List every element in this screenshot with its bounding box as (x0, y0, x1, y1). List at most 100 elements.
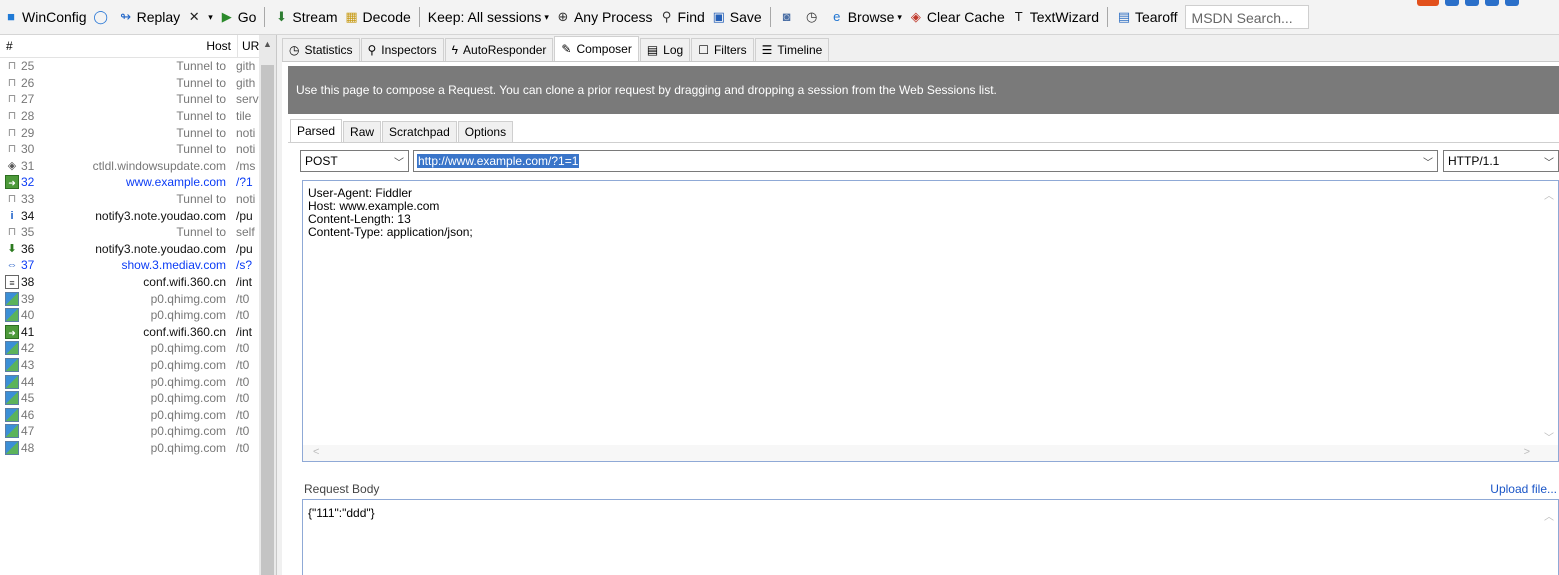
session-row[interactable]: ≡ 38 conf.wifi.360.cn/int (0, 274, 276, 291)
session-number-cell: 48 (0, 440, 62, 456)
log-icon: ▤ (646, 43, 659, 57)
toolbar-any-process-button[interactable]: ⊕ Any Process (552, 5, 656, 29)
session-number: 37 (21, 258, 35, 273)
session-row[interactable]: 48 p0.qhimg.com/t0 (0, 440, 276, 457)
tab-composer[interactable]: ✎ Composer (554, 36, 639, 61)
scroll-up-icon[interactable]: ︿ (1544, 508, 1554, 523)
url-input[interactable]: http://www.example.com/?1=1 ﹀ (413, 150, 1438, 172)
image-icon (5, 357, 19, 372)
session-row[interactable]: 44 p0.qhimg.com/t0 (0, 373, 276, 390)
session-row[interactable]: ⊓ 25 Tunnel to gith (0, 58, 276, 75)
session-host-cell: Tunnel to (176, 192, 226, 207)
session-url-cell: serv (236, 92, 259, 107)
toolbar-clear-cache-button[interactable]: ◈ Clear Cache (905, 5, 1008, 29)
toolbar-save-button[interactable]: ▣ Save (708, 5, 765, 29)
caret-down-icon[interactable]: ▾ (897, 12, 902, 23)
scroll-up-icon[interactable]: ︿ (1544, 187, 1554, 202)
chevron-down-icon[interactable]: ﹀ (394, 154, 404, 174)
session-row[interactable]: ⊓ 28 Tunnel to tile (0, 108, 276, 125)
toolbar-keep-all-sessions-button[interactable]: Keep: All sessions ▾ (425, 5, 552, 29)
scrollbar-thumb[interactable] (261, 65, 274, 575)
subtab-raw[interactable]: Raw (343, 121, 382, 142)
web-sessions-list[interactable]: # Host UR ⊓ 25 Tunnel to gith ⊓ 26 Tunnel to gi… (0, 35, 277, 575)
scroll-left-icon[interactable]: < (313, 446, 319, 458)
column-header-number[interactable]: # (0, 35, 66, 57)
session-row[interactable]: 45 p0.qhimg.com/t0 (0, 390, 276, 407)
toolbar-browse-button[interactable]: e Browse ▾ (826, 5, 905, 29)
tab-log[interactable]: ▤ Log (639, 38, 691, 61)
session-row[interactable]: ⊓ 29 Tunnel to noti (0, 124, 276, 141)
session-row[interactable]: 46 p0.qhimg.com/t0 (0, 406, 276, 423)
tab-label: Timeline (777, 43, 823, 57)
session-number: 43 (21, 357, 35, 372)
subtab-scratchpad[interactable]: Scratchpad (382, 121, 457, 142)
session-host-cell: p0.qhimg.com (150, 291, 226, 306)
scroll-up-icon[interactable]: ▲ (259, 39, 276, 49)
caret-down-icon[interactable]: ▾ (208, 12, 213, 23)
toolbar-textwizard-button[interactable]: T TextWizard (1008, 5, 1102, 29)
toolbar-timer-button[interactable]: ◷ (801, 5, 826, 29)
upload-file-link[interactable]: Upload file... (1490, 482, 1557, 496)
composer-subtabs: Parsed Raw Scratchpad Options (290, 119, 514, 142)
session-row[interactable]: i 34 notify3.note.youdao.com/pu (0, 207, 276, 224)
session-row[interactable]: ⊓ 27 Tunnel to serv (0, 91, 276, 108)
tray-icon[interactable] (1465, 0, 1479, 6)
toolbar-remove-button[interactable]: ✕ ▾ (183, 5, 216, 29)
tray-icon[interactable] (1485, 0, 1499, 6)
chevron-down-icon[interactable]: ﹀ (1423, 154, 1433, 169)
scroll-down-icon[interactable]: ﹀ (1544, 429, 1554, 444)
session-row[interactable]: 47 p0.qhimg.com/t0 (0, 423, 276, 440)
toolbar-go-button[interactable]: ▶ Go (216, 5, 260, 29)
sessions-scrollbar[interactable]: ▲ (259, 35, 276, 575)
caret-down-icon[interactable]: ▾ (544, 12, 549, 23)
session-row[interactable]: ⊓ 33 Tunnel to noti (0, 191, 276, 208)
toolbar-stream-button[interactable]: ⬇ Stream (270, 5, 340, 29)
session-url-cell: /t0 (236, 424, 250, 439)
session-row[interactable]: ⬇ 36 notify3.note.youdao.com/pu (0, 241, 276, 258)
session-row[interactable]: ➜ 32 www.example.com /?1 (0, 174, 276, 191)
session-row[interactable]: 39 p0.qhimg.com/t0 (0, 290, 276, 307)
post-icon: ➜ (5, 175, 19, 190)
session-row[interactable]: ⊓ 30 Tunnel to noti (0, 141, 276, 158)
request-headers-textarea[interactable]: User-Agent: Fiddler Host: www.example.com… (302, 180, 1559, 462)
http-version-select[interactable]: HTTP/1.1 ﹀ (1443, 150, 1559, 172)
method-select[interactable]: POST ﹀ (300, 150, 409, 172)
session-row[interactable]: ⊓ 26 Tunnel to gith (0, 75, 276, 92)
tab-timeline[interactable]: ☰ Timeline (754, 38, 830, 61)
session-row[interactable]: 42 p0.qhimg.com/t0 (0, 340, 276, 357)
session-number: 28 (21, 109, 35, 124)
tab-statistics[interactable]: ◷ Statistics (282, 38, 360, 61)
tab-inspectors[interactable]: ⚲ Inspectors (360, 38, 444, 61)
toolbar-camera-button[interactable]: ◙ (776, 5, 801, 29)
session-number: 47 (21, 424, 35, 439)
tray-icon[interactable] (1505, 0, 1519, 6)
subtab-parsed[interactable]: Parsed (290, 119, 343, 142)
subtab-options[interactable]: Options (457, 121, 514, 142)
clear-cache-icon: ◈ (910, 9, 921, 24)
toolbar-decode-button[interactable]: ▦ Decode (341, 5, 414, 29)
toolbar-winconfig-button[interactable]: ■ WinConfig (0, 5, 90, 29)
session-row[interactable]: ⊓ 35 Tunnel to self (0, 224, 276, 241)
chevron-down-icon[interactable]: ﹀ (1544, 154, 1554, 174)
column-header-host[interactable]: Host (66, 35, 238, 57)
toolbar-tearoff-button[interactable]: ▤ Tearoff (1113, 5, 1181, 29)
session-row[interactable]: ◈ 31 ctldl.windowsupdate.com/ms (0, 158, 276, 175)
session-url-cell: /t0 (236, 407, 250, 422)
tab-filters[interactable]: ☐ Filters (691, 38, 754, 61)
toolbar-find-button[interactable]: ⚲ Find (656, 5, 708, 29)
session-host-cell: notify3.note.youdao.com (95, 208, 226, 223)
tray-icon[interactable] (1445, 0, 1459, 6)
session-row[interactable]: 43 p0.qhimg.com/t0 (0, 357, 276, 374)
session-row[interactable]: ➜ 41 conf.wifi.360.cn/int (0, 324, 276, 341)
toolbar-replay-button[interactable]: ↬ Replay (115, 5, 184, 29)
tab-autoresponder[interactable]: ϟ AutoResponder (444, 38, 554, 61)
scroll-right-icon[interactable]: > (1524, 446, 1530, 458)
msdn-search-input[interactable]: MSDN Search... (1184, 5, 1309, 29)
session-row[interactable]: 40 p0.qhimg.com/t0 (0, 307, 276, 324)
tray-icon[interactable] (1417, 0, 1439, 6)
horizontal-scrollbar[interactable]: < > (303, 445, 1558, 461)
request-body-textarea[interactable]: {"111":"ddd"} ︿ (302, 499, 1559, 575)
session-row[interactable]: ⇔ 37 show.3.mediav.com/s? (0, 257, 276, 274)
session-number-cell: ⊓ 27 (0, 91, 62, 107)
toolbar-comment-button[interactable]: ◯ (90, 5, 115, 29)
